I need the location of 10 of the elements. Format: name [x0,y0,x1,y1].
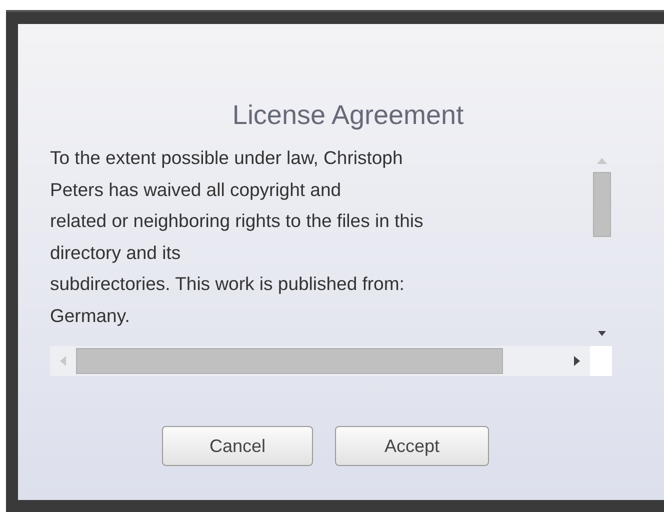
scroll-up-icon[interactable] [597,158,607,164]
license-text: To the extent possible under law, Christoph Peters has waived all copyright and related or neighboring rights to the files in this directory and its subdirectories. This work is published from: Germany. [50,146,424,328]
scroll-down-icon[interactable] [598,331,606,336]
horizontal-scrollbar[interactable] [50,346,590,376]
scroll-left-icon[interactable] [60,356,66,366]
dialog-title: License Agreement [231,99,465,132]
scroll-right-icon[interactable] [574,356,580,366]
dialog-button[interactable]: Accept [335,426,489,466]
dialog-button[interactable]: Cancel [162,426,313,466]
scrollbar-corner [590,346,612,376]
